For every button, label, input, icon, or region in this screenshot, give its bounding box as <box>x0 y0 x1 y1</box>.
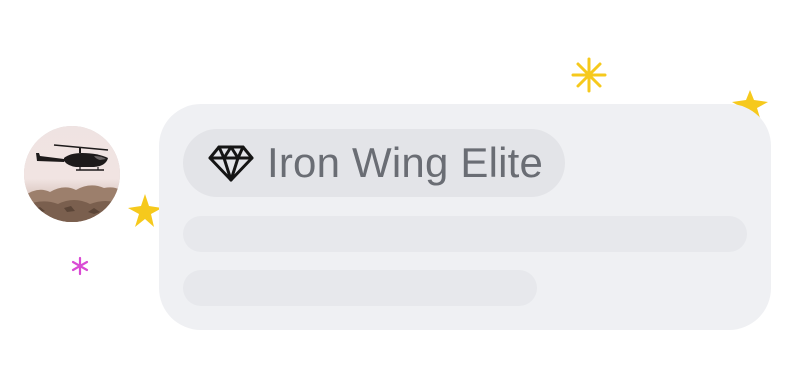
helicopter-photo-icon <box>24 126 120 222</box>
badge-chip[interactable]: Iron Wing Elite <box>183 129 566 197</box>
message-stage: Iron Wing Elite <box>0 0 795 390</box>
diamond-icon <box>208 145 254 182</box>
skeleton-line <box>183 270 537 306</box>
sparkle-icon <box>571 57 607 93</box>
message-bubble: Iron Wing Elite <box>159 104 771 330</box>
sparkle-icon <box>71 256 89 276</box>
skeleton-line <box>183 216 747 252</box>
badge-label: Iron Wing Elite <box>267 139 544 186</box>
avatar[interactable] <box>24 126 120 222</box>
